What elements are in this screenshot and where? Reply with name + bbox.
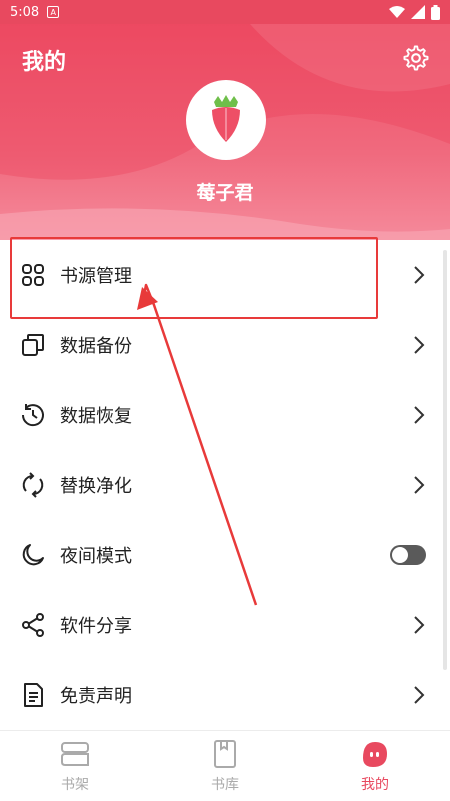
menu-item-data-backup[interactable]: 数据备份 [0, 310, 450, 380]
menu-item-disclaimer[interactable]: 免责声明 [0, 660, 450, 730]
menu-item-replace-purify[interactable]: 替换净化 [0, 450, 450, 520]
bookshelf-icon [61, 742, 89, 766]
menu-item-label: 软件分享 [60, 616, 132, 637]
document-icon [24, 683, 43, 707]
menu-item-night-mode[interactable]: 夜间模式 [0, 520, 450, 590]
menu-item-label: 免责声明 [60, 686, 132, 707]
share-icon [22, 613, 44, 637]
nav-label: 书架 [61, 777, 89, 793]
annotation-highlight-box [10, 237, 378, 319]
menu-item-label: 夜间模式 [60, 546, 132, 567]
nav-library[interactable]: 书库 [175, 738, 275, 794]
moon-icon [22, 544, 44, 566]
gear-icon[interactable] [402, 44, 430, 72]
chevron-right-icon [414, 616, 425, 634]
signal-icon [411, 5, 425, 19]
a-icon: A [47, 6, 60, 18]
chevron-right-icon [414, 336, 425, 354]
menu-item-label: 数据恢复 [60, 406, 132, 427]
restore-icon [21, 404, 44, 427]
nav-label: 我的 [361, 777, 389, 793]
page-title: 我的 [22, 50, 67, 75]
chevron-right-icon [414, 686, 425, 704]
profile-header: 我的 莓子君 [0, 24, 450, 240]
toggle-knob [391, 546, 409, 564]
copy-icon [22, 334, 44, 356]
nav-profile[interactable]: 我的 [325, 738, 425, 794]
refresh-icon [22, 472, 44, 498]
scrollbar[interactable] [443, 250, 447, 670]
status-bar: 5:08 A [0, 0, 450, 24]
menu-item-label: 替换净化 [60, 476, 132, 497]
nav-label: 书库 [211, 777, 239, 793]
chevron-right-icon [414, 406, 425, 424]
profile-icon [363, 742, 387, 767]
night-mode-toggle[interactable] [390, 545, 426, 565]
avatar[interactable] [186, 80, 266, 160]
username: 莓子君 [196, 182, 254, 204]
menu-item-label: 数据备份 [60, 336, 132, 357]
status-time: 5:08 [10, 4, 40, 20]
nav-bookshelf[interactable]: 书架 [25, 738, 125, 794]
bottom-nav: 书架 书库 我的 [0, 730, 450, 801]
chevron-right-icon [414, 476, 425, 494]
wifi-icon [389, 6, 405, 18]
book-icon [214, 740, 236, 768]
chevron-right-icon [414, 266, 425, 284]
menu-item-share-app[interactable]: 软件分享 [0, 590, 450, 660]
menu-item-data-restore[interactable]: 数据恢复 [0, 380, 450, 450]
battery-icon [431, 4, 440, 20]
strawberry-crown-icon [212, 95, 240, 142]
